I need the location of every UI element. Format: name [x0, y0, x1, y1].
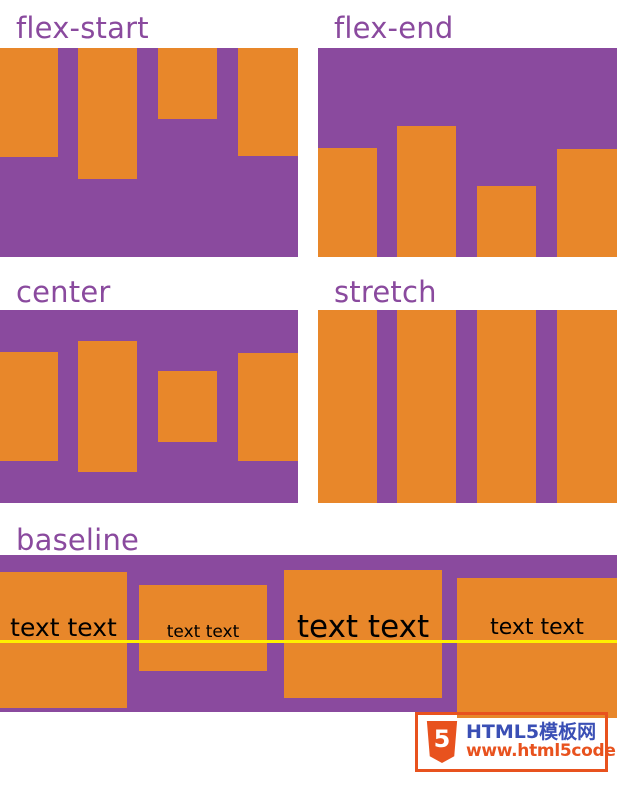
flex-item: [397, 126, 456, 257]
flex-item: [477, 310, 536, 503]
flex-item: [318, 148, 377, 257]
flex-item: [158, 371, 217, 442]
watermark-content: 5 HTML5模板网 www.html5code.net: [424, 721, 617, 763]
section-title-flex-start: flex-start: [16, 11, 149, 45]
section-flex-start: flex-start: [0, 11, 308, 257]
section-title-stretch: stretch: [334, 275, 437, 309]
section-title-baseline: baseline: [16, 523, 140, 557]
flex-item: [78, 341, 137, 472]
flex-item-label: text text: [166, 622, 240, 642]
flex-item: [78, 48, 137, 179]
section-center: center: [0, 278, 308, 510]
flex-container-stretch: [318, 310, 617, 503]
flex-item: [557, 149, 617, 257]
flex-item: [318, 310, 377, 503]
html5-shield-icon: 5: [424, 721, 460, 763]
flex-item: [238, 353, 298, 461]
flex-item: [0, 48, 58, 157]
flex-item-label: text text: [490, 615, 584, 640]
flex-item: [397, 310, 456, 503]
section-flex-end: flex-end: [318, 11, 617, 257]
section-title-flex-end: flex-end: [334, 11, 454, 45]
flex-item-label: text text: [10, 613, 117, 642]
flex-item: [477, 186, 536, 257]
section-stretch: stretch: [318, 278, 617, 510]
baseline-guide-line: [0, 640, 617, 643]
watermark: 5 HTML5模板网 www.html5code.net: [415, 712, 617, 772]
flex-item: [238, 48, 298, 156]
flex-item: [0, 352, 58, 461]
watermark-url: www.html5code.net: [466, 741, 617, 762]
flexbox-align-items-demo: flex-start flex-end center stretch basel…: [0, 0, 617, 786]
watermark-title: HTML5模板网: [466, 721, 597, 744]
flex-item: [557, 310, 617, 503]
flex-item: [158, 48, 217, 119]
flex-item: text text: [284, 570, 442, 698]
html5-shield-number: 5: [433, 725, 451, 753]
flex-item: text text: [457, 578, 617, 718]
flex-container-baseline: text text text text text text text text: [0, 555, 617, 718]
watermark-text: HTML5模板网 www.html5code.net: [466, 721, 617, 762]
section-title-center: center: [16, 275, 111, 309]
flex-container-center: [0, 310, 298, 503]
flex-item: text text: [139, 585, 267, 671]
flex-container-flex-end: [318, 48, 617, 257]
flex-container-flex-start: [0, 48, 298, 257]
